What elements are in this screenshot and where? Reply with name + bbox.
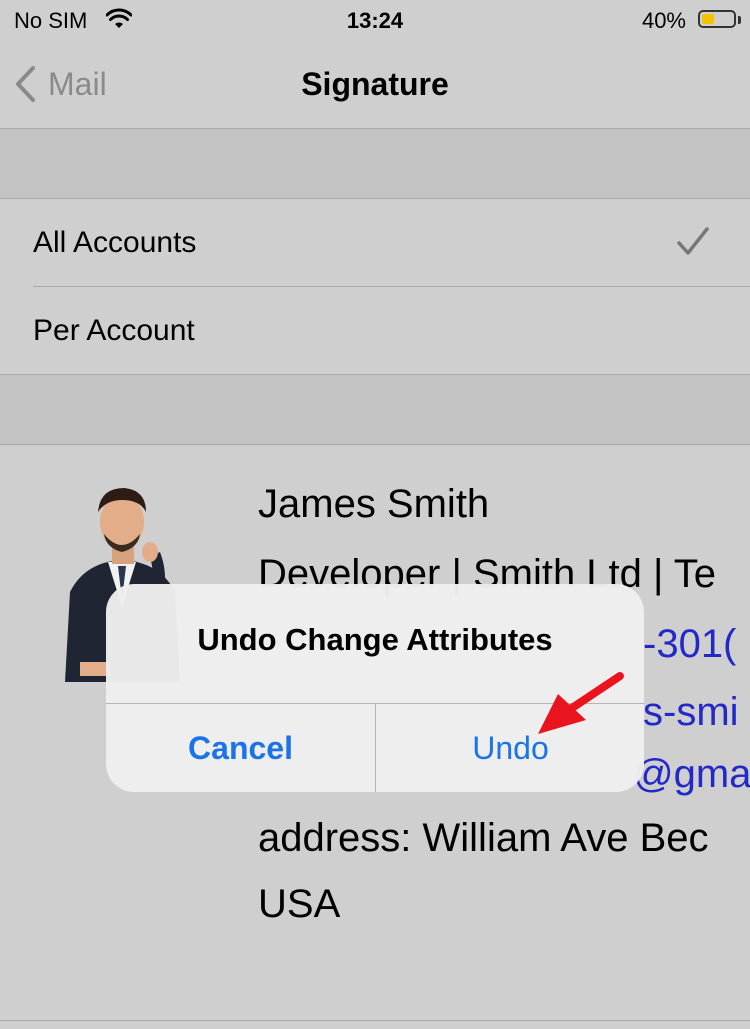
signature-email-link[interactable]: @gma: [633, 752, 750, 797]
signature-name: James Smith: [258, 482, 490, 526]
divider: [0, 1020, 750, 1021]
alert-title: Undo Change Attributes: [197, 622, 553, 657]
page-title: Signature: [301, 66, 449, 102]
signature-country: USA: [258, 882, 341, 926]
option-all-accounts[interactable]: All Accounts: [0, 199, 750, 286]
clock: 13:24: [346, 8, 404, 33]
section-spacer: [0, 375, 750, 444]
checkmark-icon: [677, 227, 709, 255]
signature-phone-link[interactable]: -301(: [643, 622, 736, 667]
battery-percentage: 40%: [641, 8, 686, 33]
signature-website-link[interactable]: s-smi: [643, 690, 739, 735]
battery-cap: [738, 16, 741, 24]
signature-address: address: William Ave Bec: [258, 816, 709, 860]
annotation-arrow-icon: [538, 672, 624, 734]
option-per-account[interactable]: Per Account: [0, 287, 750, 374]
option-label: All Accounts: [33, 225, 197, 259]
option-label: Per Account: [33, 313, 195, 347]
section-spacer: [0, 129, 750, 198]
cancel-button[interactable]: Cancel: [106, 704, 375, 792]
battery-level: [702, 14, 714, 24]
status-bar: No SIM 13:24 40%: [0, 0, 750, 44]
battery-icon: [698, 10, 736, 28]
navigation-bar: Mail Signature: [0, 44, 750, 129]
